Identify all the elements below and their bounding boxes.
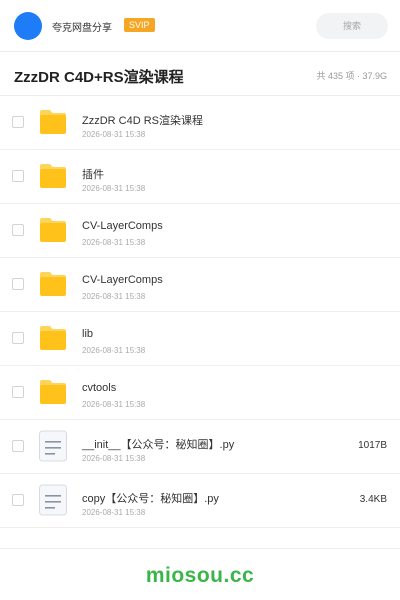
file-name: 插件 bbox=[82, 169, 104, 181]
page-title: ZzzDR C4D+RS渲染课程 bbox=[14, 69, 184, 86]
svip-badge: SVIP bbox=[124, 18, 155, 32]
top-bar: 夸克网盘分享 SVIP 搜索 bbox=[0, 0, 400, 52]
file-name: CV-LayerComps bbox=[82, 220, 163, 232]
folder-icon bbox=[38, 377, 68, 407]
folder-icon bbox=[38, 161, 68, 191]
file-name: lib bbox=[82, 328, 94, 340]
file-row[interactable]: CV-LayerComps 2026-08-31 15:38 bbox=[0, 204, 400, 258]
avatar[interactable] bbox=[14, 12, 42, 40]
file-row[interactable]: __init__【公众号：秘知圈】.py 2026-08-31 15:38 1017… bbox=[0, 420, 400, 474]
file-name: __init__【公众号：秘知圈】.py bbox=[82, 439, 235, 451]
document-icon bbox=[38, 430, 68, 462]
file-date: 2026-08-31 15:38 bbox=[82, 238, 146, 247]
select-checkbox[interactable] bbox=[12, 224, 24, 236]
folder-icon bbox=[38, 215, 68, 245]
file-row[interactable]: lib 2026-08-31 15:38 bbox=[0, 312, 400, 366]
file-name: CV-LayerComps bbox=[82, 274, 163, 286]
select-checkbox[interactable] bbox=[12, 116, 24, 128]
file-row[interactable]: cvtools 2026-08-31 15:38 bbox=[0, 366, 400, 420]
file-date: 2026-08-31 15:38 bbox=[82, 292, 146, 301]
file-list: ZzzDR C4D RS渲染课程 2026-08-31 15:38 插件 2026-0… bbox=[0, 96, 400, 528]
item-summary: 共 435 项 · 37.9G bbox=[316, 71, 387, 81]
file-row[interactable]: CV-LayerComps 2026-08-31 15:38 bbox=[0, 258, 400, 312]
select-checkbox[interactable] bbox=[12, 386, 24, 398]
select-checkbox[interactable] bbox=[12, 170, 24, 182]
watermark: miosou.cc bbox=[145, 564, 255, 587]
folder-icon bbox=[38, 269, 68, 299]
folder-icon bbox=[38, 107, 68, 137]
file-date: 2026-08-31 15:38 bbox=[82, 346, 146, 355]
file-date: 2026-08-31 15:38 bbox=[82, 130, 146, 139]
select-checkbox[interactable] bbox=[12, 332, 24, 344]
file-size: 3.4KB bbox=[359, 494, 387, 505]
folder-header: ZzzDR C4D+RS渲染课程 共 435 项 · 37.9G bbox=[0, 52, 400, 96]
app-name: 夸克网盘分享 bbox=[52, 23, 112, 34]
footer: miosou.cc bbox=[0, 548, 400, 600]
file-row[interactable]: 插件 2026-08-31 15:38 bbox=[0, 150, 400, 204]
file-date: 2026-08-31 15:38 bbox=[82, 184, 146, 193]
file-date: 2026-08-31 15:38 bbox=[82, 454, 146, 463]
file-name: ZzzDR C4D RS渲染课程 bbox=[82, 115, 204, 127]
file-name: cvtools bbox=[82, 382, 117, 394]
file-row[interactable]: copy【公众号：秘知圈】.py 2026-08-31 15:38 3.4KB bbox=[0, 474, 400, 528]
file-date: 2026-08-31 15:38 bbox=[82, 400, 146, 409]
select-checkbox[interactable] bbox=[12, 440, 24, 452]
file-row[interactable]: ZzzDR C4D RS渲染课程 2026-08-31 15:38 bbox=[0, 96, 400, 150]
file-size: 1017B bbox=[358, 440, 387, 451]
select-checkbox[interactable] bbox=[12, 278, 24, 290]
file-date: 2026-08-31 15:38 bbox=[82, 508, 146, 517]
folder-icon bbox=[38, 323, 68, 353]
select-checkbox[interactable] bbox=[12, 494, 24, 506]
file-name: copy【公众号：秘知圈】.py bbox=[82, 493, 219, 505]
search-button[interactable]: 搜索 bbox=[316, 13, 388, 39]
document-icon bbox=[38, 484, 68, 516]
